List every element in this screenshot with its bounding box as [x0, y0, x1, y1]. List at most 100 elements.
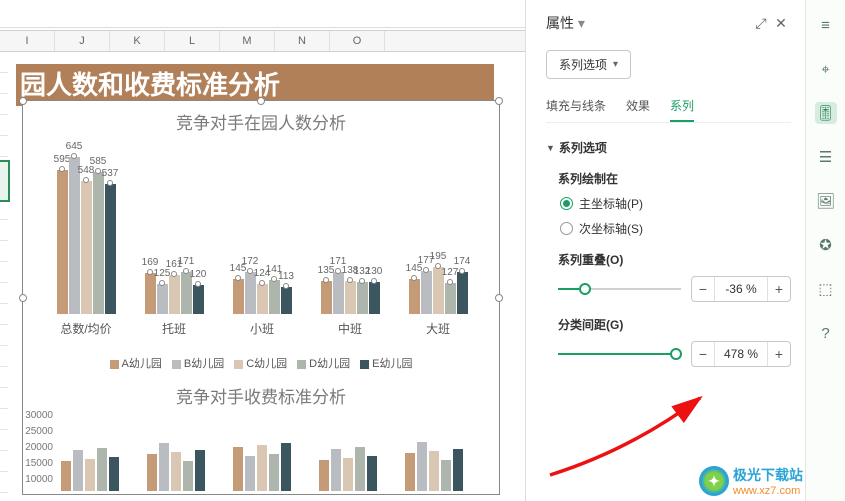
panel-title: 属性 ▾	[546, 13, 751, 33]
bar[interactable]: 161	[169, 275, 180, 314]
category-label: 大班	[397, 320, 479, 337]
increase-button[interactable]: +	[768, 277, 790, 301]
cursor-icon[interactable]: ⌖	[815, 58, 837, 80]
bar[interactable]	[331, 449, 341, 491]
overlap-spinner[interactable]: − -36 % +	[691, 276, 791, 302]
pin-icon[interactable]: ⤢	[751, 15, 771, 32]
bar[interactable]: 120	[193, 285, 204, 314]
series-options-section[interactable]: ▼ 系列选项	[546, 139, 791, 156]
bar[interactable]: 141	[269, 280, 280, 314]
map-icon[interactable]: ⬚	[815, 278, 837, 300]
col-header[interactable]: J	[55, 31, 110, 51]
chart1-plot[interactable]: 595645548585537总数/均价169125161171120托班145…	[45, 137, 483, 337]
tab-fill-line[interactable]: 填充与线条	[546, 97, 606, 122]
bar[interactable]	[417, 442, 427, 491]
cell-selection[interactable]	[0, 160, 10, 202]
bar[interactable]	[61, 461, 71, 491]
close-icon[interactable]: ✕	[771, 15, 791, 32]
bar[interactable]: 585	[93, 172, 104, 314]
bar[interactable]	[343, 458, 353, 491]
bar[interactable]	[257, 445, 267, 491]
bar[interactable]	[441, 460, 451, 491]
bar[interactable]: 125	[157, 284, 168, 314]
formula-bar[interactable]	[0, 0, 525, 28]
col-header[interactable]: K	[110, 31, 165, 51]
bar[interactable]: 145	[409, 279, 420, 314]
bar[interactable]: 124	[257, 284, 268, 314]
col-header[interactable]: I	[0, 31, 55, 51]
col-header[interactable]: M	[220, 31, 275, 51]
bar[interactable]: 132	[357, 282, 368, 314]
gap-spinner[interactable]: − 478 % +	[691, 341, 791, 367]
legend-item[interactable]: D幼儿园	[297, 358, 350, 370]
panel-tabs: 填充与线条 效果 系列	[546, 97, 791, 123]
column-headers[interactable]: I J K L M N O	[0, 30, 525, 52]
decrease-button[interactable]: −	[692, 342, 714, 366]
increase-button[interactable]: +	[768, 342, 790, 366]
bar[interactable]	[109, 457, 119, 491]
image-icon[interactable]: 🖼	[815, 190, 837, 212]
col-header[interactable]: O	[330, 31, 385, 51]
legend-item[interactable]: A幼儿园	[110, 358, 162, 370]
category-label: 中班	[309, 320, 391, 337]
bar[interactable]: 127	[445, 283, 456, 314]
chart-legend[interactable]: A幼儿园 B幼儿园 C幼儿园 D幼儿园 E幼儿园	[23, 355, 499, 371]
hamburger-icon[interactable]: ≡	[815, 14, 837, 36]
overlap-value[interactable]: -36 %	[714, 277, 768, 301]
col-header[interactable]: N	[275, 31, 330, 51]
bar[interactable]: 130	[369, 282, 380, 314]
bar[interactable]: 645	[69, 157, 80, 314]
legend-item[interactable]: E幼儿园	[360, 358, 412, 370]
series-options-dropdown[interactable]: 系列选项 ▾	[546, 50, 631, 79]
spreadsheet-area: I J K L M N O 园人数和收费标准分析 竞争对手在园人数分析 5956…	[0, 0, 525, 501]
bar[interactable]	[245, 456, 255, 491]
bar[interactable]	[159, 443, 169, 491]
bar[interactable]	[319, 460, 329, 491]
tab-series[interactable]: 系列	[670, 97, 694, 122]
embedded-chart[interactable]: 竞争对手在园人数分析 595645548585537总数/均价169125161…	[22, 100, 500, 495]
bar[interactable]: 145	[233, 279, 244, 314]
bar[interactable]: 548	[81, 181, 92, 314]
bar[interactable]: 138	[345, 281, 356, 315]
bar[interactable]: 174	[457, 272, 468, 314]
bar[interactable]	[405, 453, 415, 491]
link-icon[interactable]: ✪	[815, 234, 837, 256]
settings-icon[interactable]: 🎚	[815, 102, 837, 124]
bar[interactable]	[97, 448, 107, 491]
bar[interactable]	[183, 461, 193, 491]
bar[interactable]	[171, 452, 181, 491]
category-label: 小班	[221, 320, 303, 337]
chart2-plot[interactable]	[57, 411, 483, 491]
style-icon[interactable]: ☰	[815, 146, 837, 168]
gap-value[interactable]: 478 %	[714, 342, 768, 366]
tab-effects[interactable]: 效果	[626, 97, 650, 122]
bar[interactable]	[233, 447, 243, 491]
bar[interactable]	[269, 454, 279, 491]
radio-secondary-axis[interactable]: 次坐标轴(S)	[560, 220, 791, 237]
overlap-slider[interactable]	[558, 281, 681, 297]
bar[interactable]	[281, 443, 291, 491]
radio-primary-axis[interactable]: 主坐标轴(P)	[560, 195, 791, 212]
bar[interactable]	[147, 454, 157, 491]
bar[interactable]	[429, 451, 439, 491]
bar[interactable]: 135	[321, 281, 332, 314]
col-header[interactable]: L	[165, 31, 220, 51]
bar[interactable]: 171	[333, 272, 344, 314]
bar[interactable]	[367, 456, 377, 491]
help-icon[interactable]: ?	[815, 322, 837, 344]
bar[interactable]	[355, 447, 365, 491]
bar[interactable]: 595	[57, 170, 68, 315]
bar[interactable]: 113	[281, 287, 292, 314]
legend-item[interactable]: B幼儿园	[172, 358, 224, 370]
bar[interactable]	[73, 450, 83, 491]
bar[interactable]: 537	[105, 184, 116, 314]
bar[interactable]: 169	[145, 273, 156, 314]
bar[interactable]	[85, 459, 95, 491]
legend-item[interactable]: C幼儿园	[234, 358, 287, 370]
gap-slider[interactable]	[558, 346, 681, 362]
decrease-button[interactable]: −	[692, 277, 714, 301]
bar[interactable]	[195, 450, 205, 491]
category-label: 总数/均价	[45, 320, 127, 337]
bar[interactable]	[453, 449, 463, 491]
bar[interactable]: 177	[421, 271, 432, 314]
